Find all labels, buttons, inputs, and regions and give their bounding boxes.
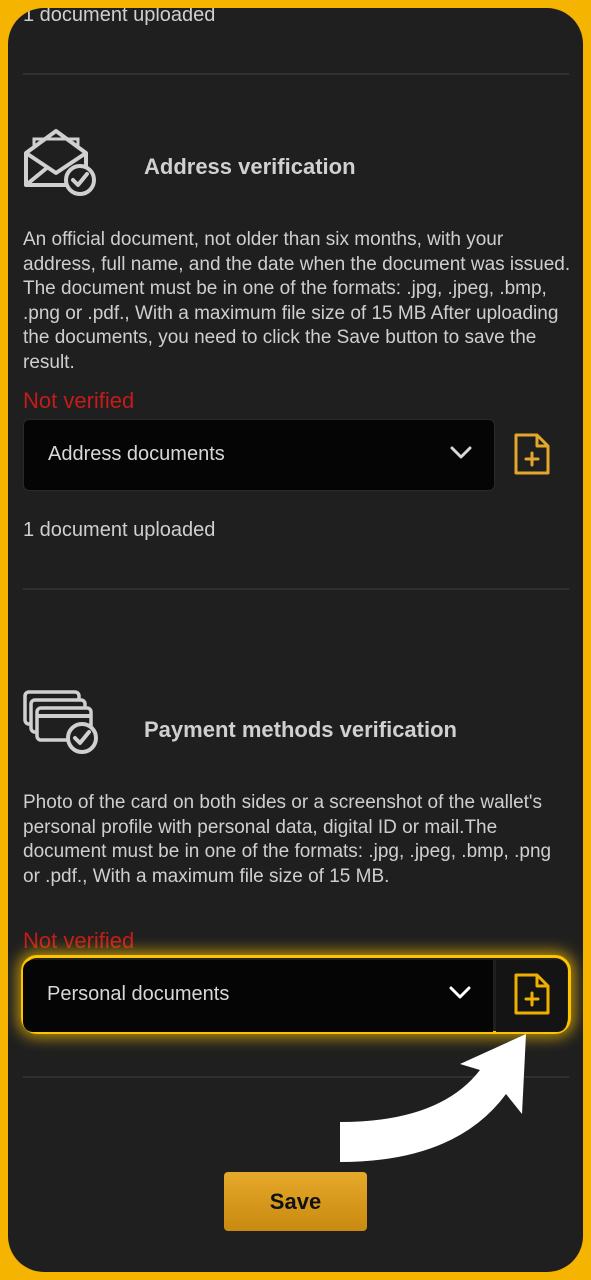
select-value: Personal documents [47, 983, 230, 1005]
save-button[interactable]: Save [224, 1172, 367, 1231]
divider [23, 588, 569, 590]
app-frame: 1 document uploaded Address verification… [8, 8, 583, 1272]
file-plus-icon [514, 973, 550, 1015]
payment-section-title: Payment methods verification [144, 717, 457, 742]
payment-description: Photo of the card on both sides or a scr… [23, 792, 552, 887]
personal-documents-select[interactable]: Personal documents [23, 960, 493, 1032]
payment-status: Not verified [23, 928, 135, 953]
cards-check-icon [22, 688, 100, 761]
pointer-arrow-icon [330, 1030, 540, 1175]
chevron-down-icon [449, 986, 471, 1005]
uploaded-count-top: 1 document uploaded [23, 8, 216, 26]
divider [23, 73, 569, 75]
address-section-title: Address verification [144, 154, 356, 179]
address-status: Not verified [23, 388, 135, 413]
address-documents-select[interactable]: Address documents [23, 419, 495, 491]
file-plus-icon [514, 433, 550, 475]
add-file-button[interactable] [513, 972, 551, 1021]
add-file-button[interactable] [513, 432, 551, 481]
select-value: Address documents [48, 443, 225, 465]
address-description: An official document, not older than six… [23, 229, 571, 373]
chevron-down-icon [450, 446, 472, 465]
envelope-check-icon [22, 125, 98, 202]
address-uploaded-count: 1 document uploaded [23, 519, 216, 541]
